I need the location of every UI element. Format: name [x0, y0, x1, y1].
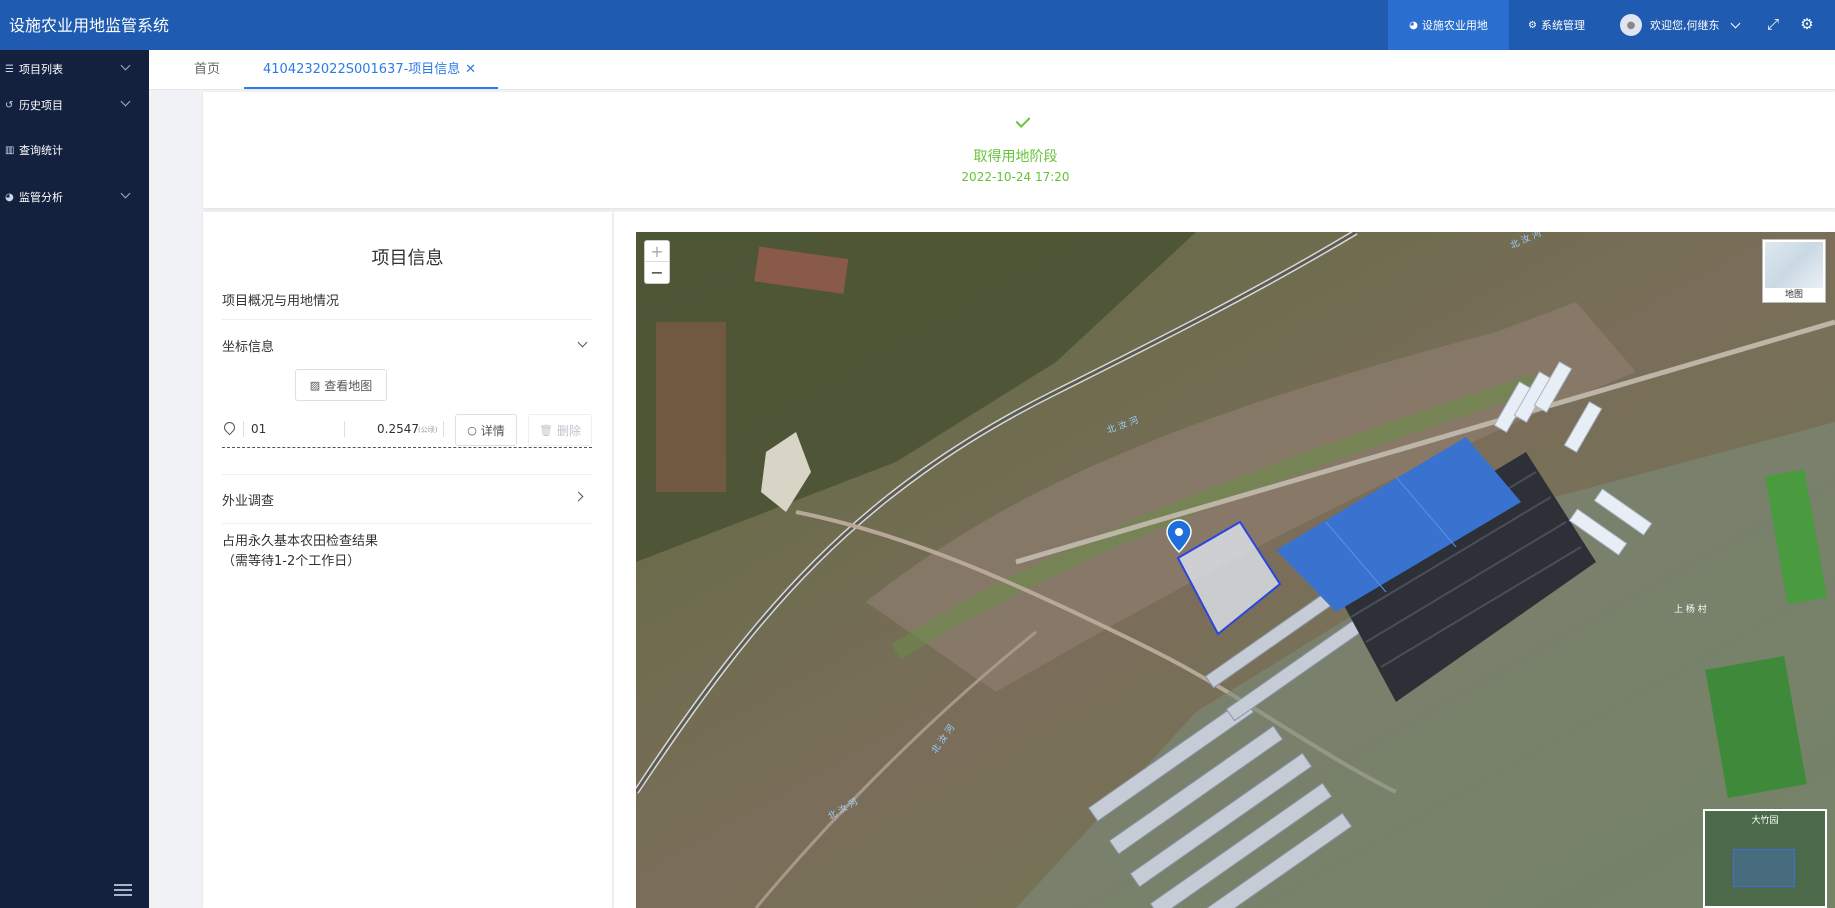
list-icon: ☰: [5, 63, 14, 75]
tab-home[interactable]: 首页: [194, 50, 220, 89]
section-coordinates[interactable]: 坐标信息: [222, 336, 592, 355]
coordinate-row: 01 0.2547 (公顷) ○ 详情 🗑 删除: [221, 412, 592, 448]
chevron-down-icon: [120, 96, 131, 107]
image-icon: ▨: [309, 378, 321, 392]
cogs-icon: ⚙: [1528, 19, 1537, 31]
nav-system-management-label: 系统管理: [1540, 19, 1585, 32]
fullscreen-icon[interactable]: ⤢: [1762, 13, 1784, 35]
separator: [243, 421, 244, 437]
coord-area: 0.2547: [377, 422, 419, 436]
stage-label: 取得用地阶段: [973, 149, 1058, 165]
farmland-check: 占用永久基本农田检查结果 （需等待1-2个工作日）: [222, 532, 592, 572]
zoom-control: + −: [644, 240, 670, 284]
divider: [222, 319, 592, 320]
delete-button-label: 删除: [556, 423, 581, 438]
settings-icon[interactable]: ⚙: [1796, 13, 1818, 35]
user-greeting: 欢迎您,何继东: [1650, 19, 1720, 32]
basemap-label: 地图: [1784, 290, 1803, 300]
sidebar-item-supervision[interactable]: ◕ 监管分析: [0, 182, 149, 212]
overview-viewport-box[interactable]: [1733, 849, 1795, 887]
farmland-check-title: 占用永久基本农田检查结果: [222, 534, 379, 549]
divider: [222, 474, 592, 475]
tab-project-info-label: 4104232022S001637-项目信息: [263, 62, 461, 77]
chevron-down-icon: [120, 188, 131, 199]
nav-facility-land[interactable]: ◕ 设施农业用地: [1388, 0, 1509, 50]
user-menu[interactable]: ● 欢迎您,何继东: [1620, 0, 1740, 50]
nav-facility-land-label: 设施农业用地: [1421, 19, 1488, 32]
overview-map-label: 大竹园: [1751, 816, 1779, 826]
pie-chart-icon: ◕: [5, 191, 14, 203]
section-overview[interactable]: 项目概况与用地情况: [222, 290, 592, 309]
collapse-menu-icon[interactable]: [114, 884, 132, 898]
chart-bar-icon: ▥: [5, 144, 15, 156]
section-field-survey[interactable]: 外业调查: [222, 490, 592, 509]
overview-map[interactable]: 大竹园: [1703, 809, 1827, 908]
tab-bar: 首页 4104232022S001637-项目信息 ✕: [149, 50, 1835, 90]
zoom-out-button[interactable]: −: [645, 262, 669, 283]
farmland-check-note: （需等待1-2个工作日）: [222, 554, 361, 569]
trash-icon: 🗑: [539, 423, 553, 437]
detail-button[interactable]: ○ 详情: [455, 414, 517, 446]
top-header: 设施农业用地监管系统 ◕ 设施农业用地 ⚙ 系统管理 ● 欢迎您,何继东 ⤢ ⚙: [0, 0, 1835, 50]
sidebar-item-label: 项目列表: [19, 63, 63, 76]
avatar: ●: [1620, 14, 1642, 36]
basemap-thumbnail: [1765, 242, 1823, 288]
divider: [222, 523, 592, 524]
basemap-switcher[interactable]: 地图: [1762, 239, 1826, 303]
location-pin-icon: [221, 419, 238, 436]
sidebar: ☰ 项目列表 ↺ 历史项目 ▥ 查询统计 ◕ 监管分析: [0, 50, 149, 908]
project-info-panel: 项目信息 项目概况与用地情况 坐标信息 ▨ 查看地图 01 0.2547 (公顷…: [203, 212, 612, 908]
sidebar-item-label: 历史项目: [19, 99, 63, 112]
panel-title: 项目信息: [371, 248, 444, 269]
coord-area-unit: (公顷): [418, 426, 438, 434]
separator: [344, 421, 345, 437]
stage-status-panel: 取得用地阶段 2022-10-24 17:20: [203, 92, 1835, 208]
satellite-map[interactable]: 北 汝 河 北 汝 河 北 汝 河 北 汝 河 上 杨 村 + − 地图 大竹园: [636, 232, 1835, 908]
delete-button[interactable]: 🗑 删除: [528, 414, 592, 446]
satellite-imagery: [636, 232, 1835, 908]
section-coordinates-label: 坐标信息: [222, 340, 275, 355]
close-icon[interactable]: ✕: [465, 50, 476, 89]
sidebar-item-history[interactable]: ↺ 历史项目: [0, 90, 149, 120]
pie-icon: ◕: [1409, 19, 1418, 31]
coord-id: 01: [251, 422, 267, 436]
chevron-down-icon: [1730, 18, 1740, 28]
view-map-button[interactable]: ▨ 查看地图: [295, 369, 387, 401]
check-icon: [1015, 113, 1031, 128]
chevron-right-icon: [573, 491, 584, 502]
sidebar-item-project-list[interactable]: ☰ 项目列表: [0, 54, 149, 84]
map-label-village: 上 杨 村: [1674, 605, 1707, 615]
detail-button-label: 详情: [480, 423, 505, 438]
tab-project-info[interactable]: 4104232022S001637-项目信息 ✕: [244, 50, 498, 89]
history-icon: ↺: [5, 99, 14, 111]
nav-system-management[interactable]: ⚙ 系统管理: [1528, 0, 1585, 50]
separator: [443, 421, 444, 437]
sidebar-item-query-stats[interactable]: ▥ 查询统计: [0, 135, 149, 165]
app-title: 设施农业用地监管系统: [9, 16, 170, 35]
chevron-down-icon: [577, 337, 588, 348]
stage-time: 2022-10-24 17:20: [961, 170, 1070, 184]
zoom-in-button[interactable]: +: [645, 241, 669, 262]
chevron-down-icon: [120, 60, 131, 71]
search-icon: ○: [467, 423, 477, 437]
sidebar-item-label: 监管分析: [19, 191, 63, 204]
view-map-button-label: 查看地图: [324, 378, 373, 393]
sidebar-item-label: 查询统计: [19, 144, 63, 157]
section-field-survey-label: 外业调查: [222, 494, 275, 509]
